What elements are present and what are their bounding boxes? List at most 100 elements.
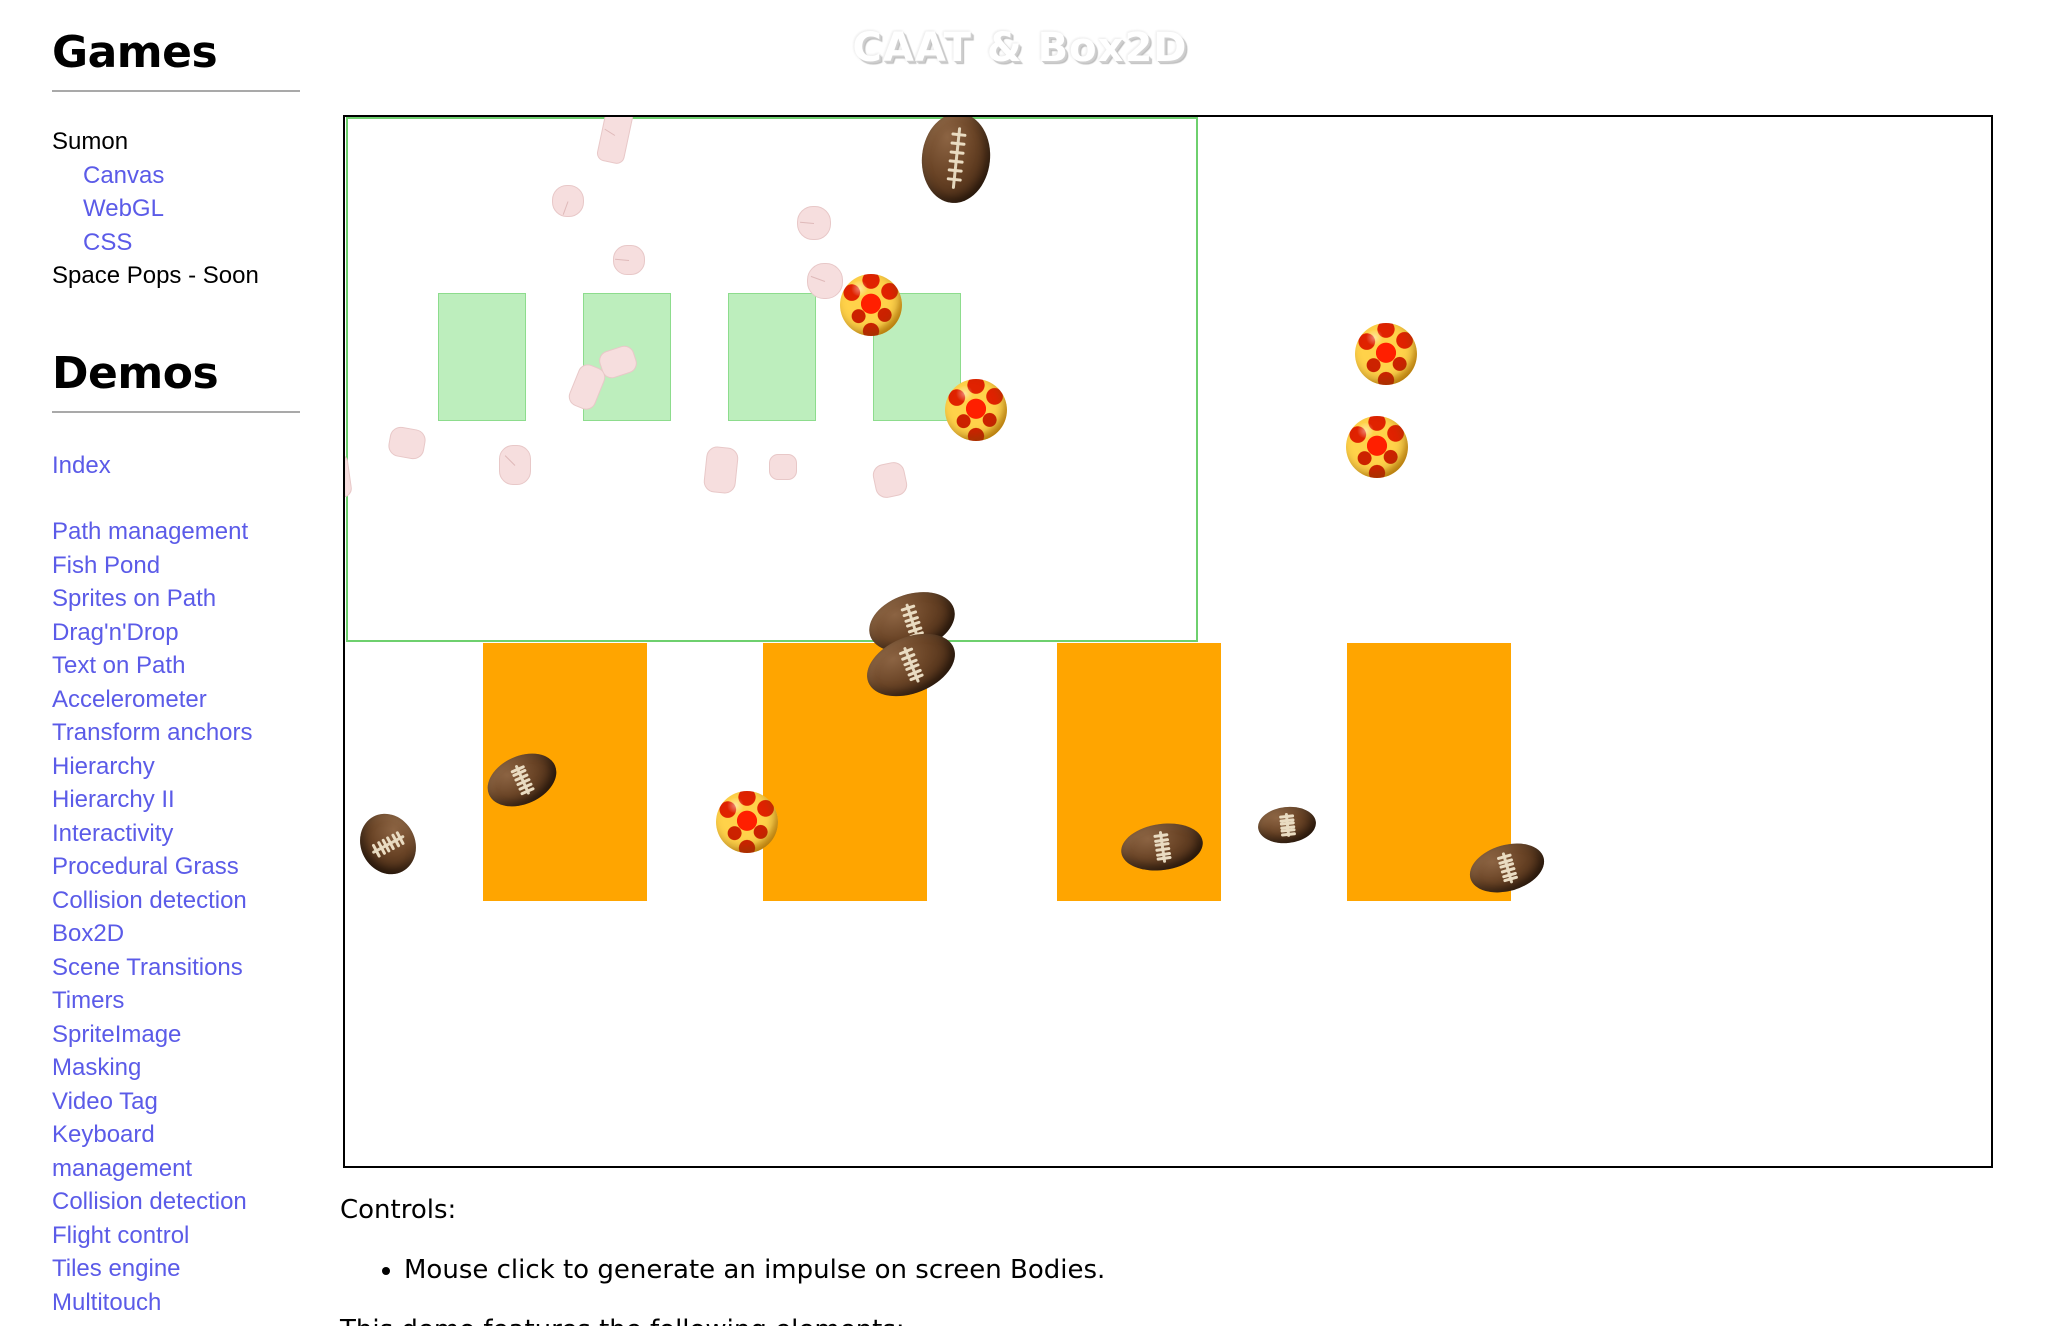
polygon-spoke (799, 221, 815, 224)
list-item[interactable]: Procedural Grass (52, 850, 300, 884)
polygon-spoke (505, 455, 516, 466)
sidebar-link-keyboard-management[interactable]: Keyboard management (52, 1118, 292, 1185)
sidebar-link-accelerometer[interactable]: Accelerometer (52, 683, 292, 717)
list-item[interactable]: Fish Pond (52, 549, 300, 583)
sidebar-link-fish-pond[interactable]: Fish Pond (52, 549, 292, 583)
controls-label: Controls: (340, 1195, 457, 1225)
list-item[interactable]: Keyboard management (52, 1118, 300, 1185)
list-item[interactable]: WebGL (52, 192, 300, 226)
soccer-ball-body[interactable] (945, 379, 1007, 441)
football-body[interactable] (1256, 804, 1318, 846)
list-item[interactable]: Sprites on Path (52, 582, 300, 616)
page-root: Games Sumon Canvas WebGL CSS Space Pops … (0, 0, 2048, 1326)
football-lace (948, 159, 964, 164)
list-item[interactable]: Text on Path (52, 649, 300, 683)
list-item[interactable]: Collision detection (52, 1185, 300, 1219)
controls-block: Controls: Mouse click to generate an imp… (340, 1195, 1740, 1326)
polygon-spoke (615, 258, 630, 261)
list-item[interactable]: Tiles engine (52, 1252, 300, 1286)
list-item[interactable]: Accelerometer (52, 683, 300, 717)
football-body[interactable] (349, 803, 427, 885)
soccer-ball-highlight (954, 386, 974, 402)
soccer-ball-highlight (1364, 330, 1384, 346)
soccer-ball-highlight (725, 798, 745, 814)
polygon-body[interactable] (702, 445, 740, 495)
sidebar-link-interactivity[interactable]: Interactivity (52, 817, 292, 851)
games-list: Sumon Canvas WebGL CSS Space Pops - Soon (52, 125, 300, 293)
features-intro: This demo features the following element… (340, 1315, 1740, 1326)
list-item[interactable]: Flight control (52, 1219, 300, 1253)
polygon-body[interactable] (613, 245, 645, 275)
sidebar-link-sprites-on-path[interactable]: Sprites on Path (52, 582, 292, 616)
sidebar-link-hierarchy[interactable]: Hierarchy (52, 750, 292, 784)
list-item: Mouse click to generate an impulse on sc… (404, 1253, 1740, 1287)
sidebar-link-procedural-grass[interactable]: Procedural Grass (52, 850, 292, 884)
football-lace (948, 150, 965, 155)
sidebar-link-masking[interactable]: Masking (52, 1051, 292, 1085)
sidebar-link-hierarchy-ii[interactable]: Hierarchy II (52, 783, 292, 817)
soccer-ball-body[interactable] (716, 791, 778, 853)
sidebar-link-canvas[interactable]: Canvas (83, 159, 300, 193)
sidebar-link-text-on-path[interactable]: Text on Path (52, 649, 292, 683)
main-content: CAAT & Box2D Controls: Mouse click to ge… (340, 0, 2048, 1326)
controls-list: Mouse click to generate an impulse on sc… (340, 1253, 1740, 1287)
list-item[interactable]: Hierarchy (52, 750, 300, 784)
polygon-spoke (562, 201, 569, 215)
polygon-body[interactable] (797, 206, 831, 240)
demos-list: Path management Fish Pond Sprites on Path D… (52, 515, 300, 1319)
list-item[interactable]: Masking (52, 1051, 300, 1085)
polygon-body[interactable] (552, 185, 584, 217)
static-green-box (438, 293, 526, 421)
list-item: Space Pops - Soon (52, 259, 300, 293)
soccer-ball-body[interactable] (840, 274, 902, 336)
sidebar-link-collision-detection[interactable]: Collision detection (52, 884, 292, 918)
soccer-ball-highlight (1355, 423, 1375, 439)
soccer-ball-body[interactable] (1355, 323, 1417, 385)
list-item[interactable]: Drag'n'Drop (52, 616, 300, 650)
list-item: Sumon (52, 125, 300, 159)
football-lace (950, 132, 967, 137)
games-item-label: Sumon (52, 128, 129, 156)
sidebar-link-video-tag[interactable]: Video Tag (52, 1085, 292, 1119)
list-item[interactable]: Multitouch (52, 1286, 300, 1320)
polygon-body[interactable] (769, 454, 797, 480)
list-item[interactable]: Path management (52, 515, 300, 549)
list-item[interactable]: Timers (52, 984, 300, 1018)
sidebar-link-timers[interactable]: Timers (52, 984, 292, 1018)
list-item[interactable]: Interactivity (52, 817, 300, 851)
sidebar-link-path-management[interactable]: Path management (52, 515, 292, 549)
sidebar-link-box2d[interactable]: Box2D (52, 917, 292, 951)
list-item[interactable]: Collision detection (52, 884, 300, 918)
list-item[interactable]: Transform anchors (52, 716, 300, 750)
sidebar-link-spriteimage[interactable]: SpriteImage (52, 1018, 292, 1052)
demos-heading-rule (52, 410, 300, 414)
sidebar-link-css[interactable]: CSS (83, 226, 300, 260)
list-item[interactable]: Scene Transitions (52, 951, 300, 985)
soccer-ball-body[interactable] (1346, 416, 1408, 478)
sidebar-link-scene-transitions[interactable]: Scene Transitions (52, 951, 292, 985)
sidebar-link-multitouch[interactable]: Multitouch (52, 1286, 292, 1320)
polygon-body[interactable] (807, 263, 843, 299)
polygon-body[interactable] (499, 445, 531, 485)
demos-index-wrapper[interactable]: Index (52, 449, 300, 483)
soccer-ball-highlight (849, 281, 869, 297)
sidebar: Games Sumon Canvas WebGL CSS Space Pops … (0, 0, 300, 1326)
football-lace (946, 176, 962, 182)
sidebar-link-collision-detection[interactable]: Collision detection (52, 1185, 292, 1219)
list-item[interactable]: Box2D (52, 917, 300, 951)
sidebar-link-flight-control[interactable]: Flight control (52, 1219, 292, 1253)
polygon-spoke (810, 275, 826, 282)
sidebar-link-transform-anchors[interactable]: Transform anchors (52, 716, 292, 750)
list-item[interactable]: Video Tag (52, 1085, 300, 1119)
sidebar-link-webgl[interactable]: WebGL (83, 192, 300, 226)
box2d-demo-canvas[interactable] (343, 115, 1993, 1168)
list-item[interactable]: CSS (52, 226, 300, 260)
list-item[interactable]: SpriteImage (52, 1018, 300, 1052)
football-lace (949, 141, 966, 146)
list-item[interactable]: Canvas (52, 159, 300, 193)
sidebar-link-drag-n-drop[interactable]: Drag'n'Drop (52, 616, 292, 650)
sidebar-link-index[interactable]: Index (52, 449, 300, 483)
football-lace (947, 167, 963, 173)
sidebar-link-tiles-engine[interactable]: Tiles engine (52, 1252, 292, 1286)
list-item[interactable]: Hierarchy II (52, 783, 300, 817)
